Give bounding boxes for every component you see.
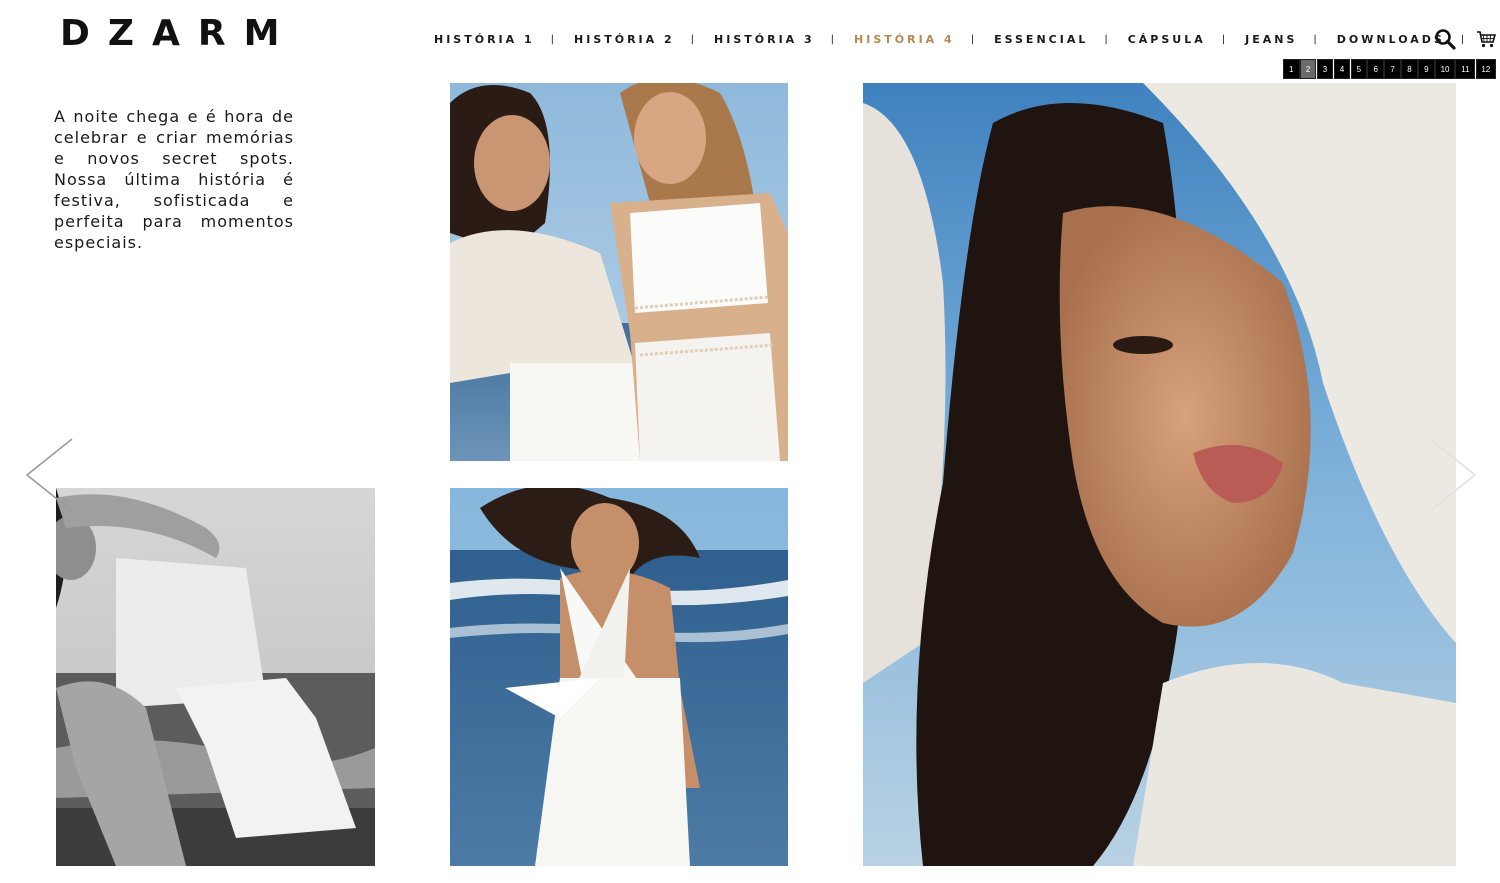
brand-logo[interactable]: DZARM [60, 14, 297, 54]
lookbook-photo-monochrome[interactable] [56, 488, 375, 866]
nav-item-downloads[interactable]: DOWNLOADS [1337, 33, 1445, 46]
nav-item-jeans[interactable]: JEANS [1245, 33, 1297, 46]
nav-item-capsula[interactable]: CÁPSULA [1128, 33, 1206, 46]
main-nav: HISTÓRIA 1 | HISTÓRIA 2 | HISTÓRIA 3 | H… [434, 31, 1484, 47]
page-button-6[interactable]: 6 [1367, 59, 1384, 79]
page-button-5[interactable]: 5 [1350, 59, 1368, 79]
nav-separator: | [550, 33, 555, 45]
cart-icon[interactable] [1476, 30, 1497, 48]
nav-separator: | [1460, 33, 1465, 45]
page-button-2[interactable]: 2 [1299, 59, 1317, 79]
page-button-4[interactable]: 4 [1333, 59, 1351, 79]
page-button-3[interactable]: 3 [1316, 59, 1334, 79]
nav-separator: | [830, 33, 835, 45]
search-icon[interactable] [1434, 28, 1456, 50]
lookbook-photo-jumpsuit[interactable] [450, 488, 788, 866]
nav-separator: | [1221, 33, 1226, 45]
page-button-8[interactable]: 8 [1401, 59, 1418, 79]
nav-item-historia-4[interactable]: HISTÓRIA 4 [854, 33, 955, 46]
page-button-11[interactable]: 11 [1455, 59, 1476, 79]
page-button-1[interactable]: 1 [1283, 59, 1300, 79]
nav-separator: | [970, 33, 975, 45]
nav-item-historia-1[interactable]: HISTÓRIA 1 [434, 33, 535, 46]
page-selector: 1 2 3 4 5 6 7 8 9 10 11 12 [1283, 59, 1496, 79]
lookbook-photo-two-women[interactable] [450, 83, 788, 461]
nav-item-historia-2[interactable]: HISTÓRIA 2 [574, 33, 675, 46]
chevron-left-icon[interactable] [24, 437, 74, 513]
nav-item-essencial[interactable]: ESSENCIAL [994, 33, 1088, 46]
lookbook-photo-portrait[interactable] [863, 83, 1456, 866]
chevron-right-icon[interactable] [1428, 437, 1478, 513]
nav-separator: | [1313, 33, 1317, 45]
nav-item-historia-3[interactable]: HISTÓRIA 3 [714, 33, 815, 46]
nav-separator: | [1104, 33, 1108, 45]
page-button-7[interactable]: 7 [1384, 59, 1401, 79]
page-button-10[interactable]: 10 [1435, 59, 1456, 79]
page-button-12[interactable]: 12 [1475, 59, 1496, 79]
page-button-9[interactable]: 9 [1418, 59, 1435, 79]
nav-separator: | [690, 33, 695, 45]
intro-text: A noite chega e é hora de celebrar e cri… [54, 107, 294, 252]
